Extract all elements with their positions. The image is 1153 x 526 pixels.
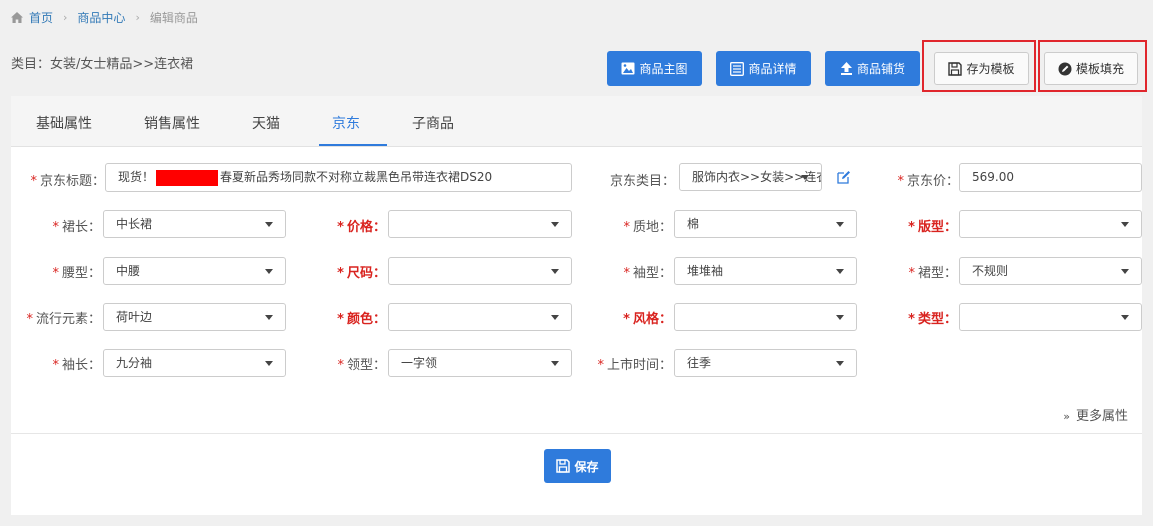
collar-label: * 领型： bbox=[337, 358, 386, 373]
caret-down-icon bbox=[836, 269, 844, 274]
caret-down-icon bbox=[551, 315, 559, 320]
tab-tmall[interactable]: 天猫 bbox=[252, 113, 280, 133]
active-tab-indicator bbox=[319, 144, 387, 146]
breadcrumb: 首页 › 商品中心 › 编辑商品 bbox=[11, 9, 198, 26]
skirt-length-label: * 裙长： bbox=[52, 220, 101, 235]
category-path: 类目：女装/女士精品>>连衣裙 bbox=[11, 57, 194, 72]
pencil-icon bbox=[1058, 62, 1072, 75]
sleeve-length-label: * 袖长： bbox=[52, 358, 101, 373]
tab-sub-products[interactable]: 子商品 bbox=[412, 113, 454, 133]
caret-down-icon bbox=[1121, 222, 1129, 227]
caret-down-icon bbox=[551, 269, 559, 274]
list-icon bbox=[730, 61, 745, 76]
trend-select[interactable]: 荷叶边 bbox=[103, 303, 286, 331]
tab-basic[interactable]: 基础属性 bbox=[36, 113, 92, 133]
caret-down-icon bbox=[551, 222, 559, 227]
sleeve-type-label: * 袖型： bbox=[623, 266, 672, 281]
price-attr-label: * 价格： bbox=[337, 220, 386, 235]
fit-select[interactable] bbox=[959, 210, 1142, 238]
detail-button[interactable]: 商品详情 bbox=[716, 51, 811, 86]
skirt-type-label: * 裙型： bbox=[908, 266, 957, 281]
type-label: * 类型： bbox=[908, 312, 957, 327]
sleeve-length-select[interactable]: 九分袖 bbox=[103, 349, 286, 377]
double-chevron-down-icon: » bbox=[1063, 410, 1070, 423]
home-icon bbox=[11, 12, 23, 23]
waist-label: * 腰型： bbox=[52, 266, 101, 281]
more-attributes-toggle[interactable]: » 更多属性 bbox=[1063, 405, 1128, 424]
caret-down-icon bbox=[1121, 269, 1129, 274]
material-select[interactable]: 棉 bbox=[674, 210, 857, 238]
tab-sales[interactable]: 销售属性 bbox=[144, 113, 200, 133]
collar-select[interactable]: 一字领 bbox=[388, 349, 572, 377]
edit-panel: 基础属性 销售属性 天猫 京东 子商品 * 京东标题： 现货！ 春夏新品秀场同款不对… bbox=[11, 96, 1142, 515]
jd-price-label: * 京东价： bbox=[897, 174, 959, 189]
breadcrumb-home-link[interactable]: 首页 bbox=[29, 9, 53, 26]
save-template-button[interactable]: 存为模板 bbox=[934, 52, 1029, 85]
caret-down-icon bbox=[551, 361, 559, 366]
jd-price-input[interactable]: 569.00 bbox=[959, 163, 1142, 192]
tab-bar: 基础属性 销售属性 天猫 京东 子商品 bbox=[11, 96, 1142, 147]
breadcrumb-center-link[interactable]: 商品中心 bbox=[77, 9, 125, 26]
redaction-block bbox=[156, 169, 219, 186]
style-select[interactable] bbox=[674, 303, 857, 331]
breadcrumb-current: 编辑商品 bbox=[149, 11, 198, 25]
divider bbox=[11, 433, 1142, 434]
image-icon bbox=[621, 62, 635, 75]
caret-down-icon bbox=[1121, 315, 1129, 320]
fill-template-button[interactable]: 模板填充 bbox=[1044, 52, 1138, 85]
edit-icon[interactable] bbox=[837, 170, 851, 184]
floppy-disk-icon bbox=[556, 459, 571, 473]
caret-down-icon bbox=[836, 361, 844, 366]
caret-down-icon bbox=[265, 361, 273, 366]
caret-down-icon bbox=[265, 222, 273, 227]
waist-select[interactable]: 中腰 bbox=[103, 257, 286, 285]
caret-down-icon bbox=[265, 315, 273, 320]
skirt-type-select[interactable]: 不规则 bbox=[959, 257, 1142, 285]
trend-label: * 流行元素： bbox=[26, 312, 101, 327]
tab-jd[interactable]: 京东 bbox=[332, 113, 360, 133]
main-image-button[interactable]: 商品主图 bbox=[607, 51, 702, 86]
size-label: * 尺码： bbox=[337, 266, 386, 281]
price-attr-select[interactable] bbox=[388, 210, 572, 238]
upload-icon bbox=[840, 62, 852, 75]
type-select[interactable] bbox=[959, 303, 1142, 331]
fit-label: * 版型： bbox=[908, 220, 957, 235]
color-label: * 颜色： bbox=[337, 312, 386, 327]
material-label: * 质地： bbox=[623, 220, 672, 235]
save-button[interactable]: 保存 bbox=[544, 449, 611, 483]
chevron-right-icon: › bbox=[135, 11, 140, 24]
skirt-length-select[interactable]: 中长裙 bbox=[103, 210, 286, 238]
caret-down-icon bbox=[801, 175, 809, 180]
jd-title-label: * 京东标题： bbox=[30, 174, 105, 189]
chevron-right-icon: › bbox=[63, 11, 68, 24]
launch-time-label: * 上市时间： bbox=[597, 358, 672, 373]
caret-down-icon bbox=[265, 269, 273, 274]
jd-category-label: 京东类目： bbox=[609, 174, 675, 189]
caret-down-icon bbox=[836, 222, 844, 227]
caret-down-icon bbox=[836, 315, 844, 320]
style-label: * 风格： bbox=[623, 312, 672, 327]
sleeve-type-select[interactable]: 堆堆袖 bbox=[674, 257, 857, 285]
floppy-disk-icon bbox=[948, 61, 963, 76]
color-select[interactable] bbox=[388, 303, 572, 331]
listing-button[interactable]: 商品铺货 bbox=[825, 51, 920, 86]
launch-time-select[interactable]: 往季 bbox=[674, 349, 857, 377]
jd-title-input[interactable]: 现货！ 春夏新品秀场同款不对称立裁黑色吊带连衣裙DS20 bbox=[105, 163, 572, 192]
jd-category-select[interactable]: 服饰内衣>>女装>>连衣裙 bbox=[679, 163, 822, 191]
size-select[interactable] bbox=[388, 257, 572, 285]
